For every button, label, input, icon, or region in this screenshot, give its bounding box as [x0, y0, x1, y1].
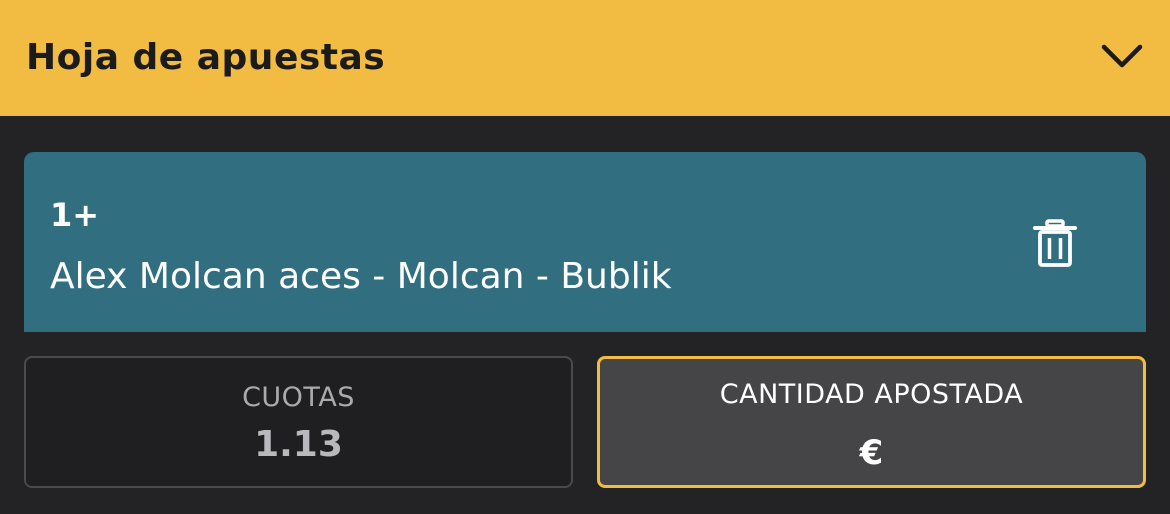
bet-selection-card: 1+ Alex Molcan aces - Molcan - Bublik	[24, 152, 1146, 332]
market-description: Alex Molcan aces - Molcan - Bublik	[50, 256, 672, 297]
betslip-header[interactable]: Hoja de apuestas	[0, 0, 1170, 116]
betslip-title: Hoja de apuestas	[26, 36, 386, 78]
stake-currency: €	[859, 433, 884, 473]
selection-name: 1+	[50, 196, 100, 234]
odds-box: CUOTAS 1.13	[24, 356, 573, 488]
odds-label: CUOTAS	[242, 382, 355, 413]
stake-input[interactable]: CANTIDAD APOSTADA €	[597, 356, 1146, 488]
chevron-down-icon[interactable]	[1100, 41, 1144, 71]
trash-icon[interactable]	[1032, 218, 1078, 268]
stake-label: CANTIDAD APOSTADA	[719, 379, 1024, 410]
odds-value: 1.13	[254, 424, 343, 465]
